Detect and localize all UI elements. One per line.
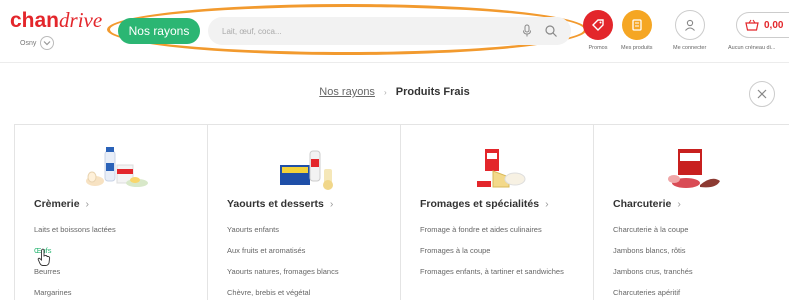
promos-label: Promos (588, 45, 608, 51)
store-name: Osny (20, 39, 37, 47)
subcategory-link[interactable]: Beurres (34, 267, 194, 288)
category-column: Charcuterie › Charcuterie à la coupe Jamb… (594, 125, 789, 300)
chevron-down-icon[interactable] (40, 36, 55, 50)
subcategory-link[interactable]: Chèvre, brebis et végétal (227, 288, 387, 300)
category-title-link[interactable]: Crèmerie › (34, 198, 89, 210)
subcategory-link[interactable]: Fromages enfants, à tartiner et sandwich… (420, 267, 580, 288)
subcategory-link[interactable]: Jambons blancs, rôtis (613, 246, 773, 267)
close-icon (757, 89, 767, 99)
mes-produits-link[interactable]: Mes produits (621, 10, 653, 51)
cheese-image (477, 149, 526, 188)
category-column: Fromages et spécialités › Fromage à fondr… (401, 125, 594, 300)
charcuterie-image (668, 149, 720, 188)
subcategory-list: Laits et boissons lactées Œufs Beurres M… (34, 225, 194, 300)
promos-link[interactable]: Promos (583, 10, 613, 51)
subcategory-link[interactable]: Jambons crus, tranchés (613, 267, 773, 288)
category-column: Crèmerie› Laits et boissons lactées Œufs… (15, 125, 208, 300)
hand-cursor-icon (37, 248, 51, 266)
basket-icon (745, 19, 759, 31)
promo-tag-icon (583, 10, 613, 40)
user-icon (674, 10, 705, 40)
chevron-right-icon: › (677, 198, 681, 210)
login-link[interactable]: Me connecter (673, 10, 706, 51)
subcategory-link[interactable]: Fromage à fondre et aides culinaires (420, 225, 580, 246)
close-button[interactable] (749, 81, 775, 107)
search-icon[interactable] (544, 24, 558, 38)
breadcrumb-root-link[interactable]: Nos rayons (319, 86, 375, 98)
breadcrumb-current: Produits Frais (395, 86, 470, 98)
category-title-link[interactable]: Yaourts et desserts › (227, 198, 333, 210)
subcategory-link[interactable]: Œufs (34, 246, 194, 267)
subcategory-link[interactable]: Charcuterie à la coupe (613, 225, 773, 246)
header-divider (0, 62, 789, 63)
account-label: Me connecter (673, 45, 707, 51)
nos-rayons-button[interactable]: Nos rayons (118, 18, 200, 44)
products-list-icon (621, 10, 652, 40)
chevron-right-icon: › (545, 198, 549, 210)
chronodrive-logo[interactable]: chandrive (10, 8, 102, 33)
breadcrumb: Nos rayons › Produits Frais (0, 86, 789, 98)
delivery-slot-label[interactable]: Aucun créneau di... (728, 45, 775, 51)
subcategory-list: Fromage à fondre et aides culinaires Fro… (420, 225, 580, 300)
cart-amount: 0,00 (764, 19, 784, 31)
category-title-link[interactable]: Fromages et spécialités › (420, 198, 549, 210)
subcategory-link[interactable]: Charcuteries apéritif (613, 288, 773, 300)
header: chandrive Osny Nos rayons Promos Mes pro… (0, 0, 789, 62)
products-label: Mes produits (621, 45, 653, 51)
subcategory-link[interactable]: Laits et boissons lactées (34, 225, 194, 246)
breadcrumb-separator: › (384, 88, 387, 97)
subcategory-link[interactable] (420, 288, 580, 300)
search-bar[interactable] (208, 17, 571, 45)
subcategory-link[interactable]: Yaourts enfants (227, 225, 387, 246)
store-selector[interactable]: Osny (20, 36, 55, 50)
dairy-products-image (86, 147, 148, 187)
subcategory-link[interactable]: Margarines (34, 288, 194, 300)
chevron-right-icon: › (85, 198, 90, 210)
subcategory-link[interactable]: Fromages à la coupe (420, 246, 580, 267)
cart-button[interactable]: 0,00 (736, 12, 789, 38)
subcategory-link[interactable]: Yaourts natures, fromages blancs (227, 267, 387, 288)
yogurts-image (280, 150, 333, 190)
search-input[interactable] (222, 17, 502, 45)
subcategory-link[interactable]: Aux fruits et aromatisés (227, 246, 387, 267)
category-title-link[interactable]: Charcuterie › (613, 198, 681, 210)
microphone-icon[interactable] (521, 24, 533, 38)
category-grid: Crèmerie› Laits et boissons lactées Œufs… (14, 124, 789, 300)
category-column: Yaourts et desserts › Yaourts enfants Aux… (208, 125, 401, 300)
subcategory-list: Charcuterie à la coupe Jambons blancs, r… (613, 225, 773, 300)
subcategory-list: Yaourts enfants Aux fruits et aromatisés… (227, 225, 387, 300)
chevron-right-icon: › (329, 198, 334, 210)
